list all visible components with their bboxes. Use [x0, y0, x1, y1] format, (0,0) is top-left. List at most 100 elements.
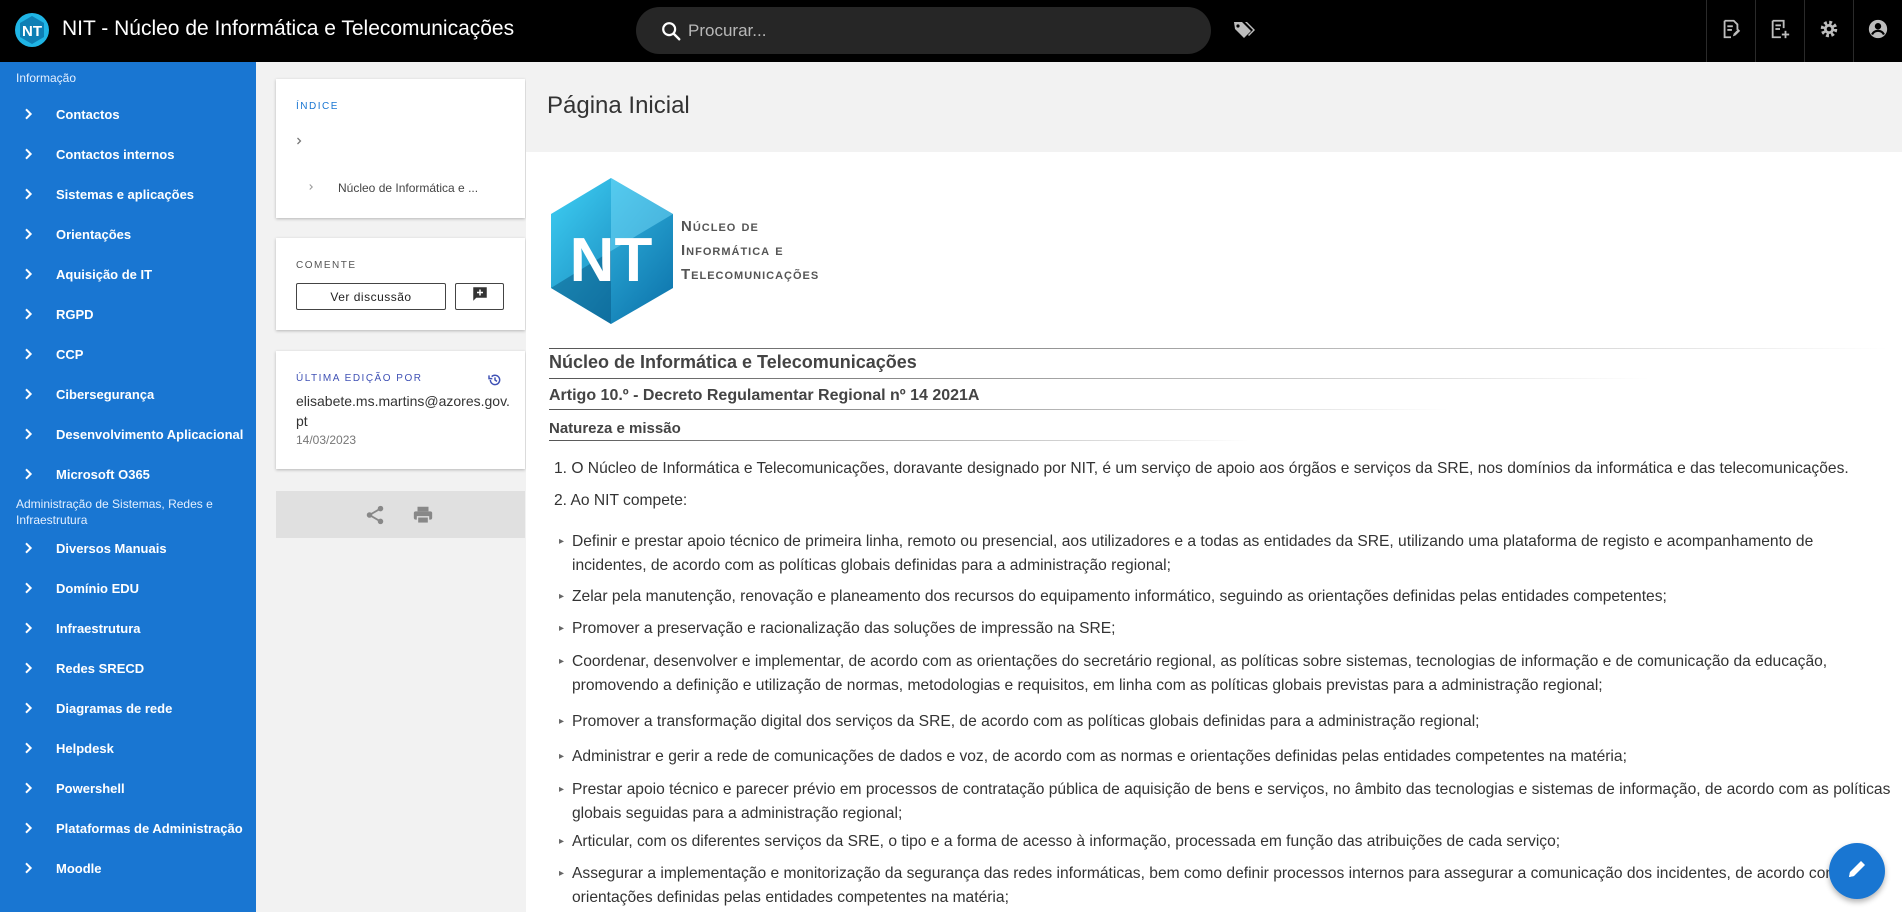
list-item-text: Ao NIT compete: [570, 492, 688, 509]
sidebar-item[interactable]: Cibersegurança [0, 374, 256, 414]
comment-add-icon [471, 285, 489, 308]
edit-page-button[interactable] [1706, 0, 1755, 62]
chevron-right-icon [0, 660, 56, 676]
edit-fab-button[interactable] [1829, 843, 1885, 899]
sidebar-item[interactable]: Diversos Manuais [0, 528, 256, 568]
chevron-right-icon [0, 860, 56, 876]
sidebar-item-label: CCP [56, 346, 84, 362]
bullet-marker-icon: ▸ [559, 716, 565, 727]
page-content: NT Núcleo de Informática e Telecomunicaç… [526, 152, 1902, 912]
chevron-right-icon [0, 740, 56, 756]
search-input[interactable] [688, 7, 1188, 54]
print-icon[interactable] [412, 504, 434, 531]
toc-label: ÍNDICE [296, 101, 339, 112]
nit-logo: NT Núcleo de Informática e Telecomunicaç… [549, 176, 889, 328]
sidebar-item[interactable]: Domínio EDU [0, 568, 256, 608]
sidebar-item[interactable]: Infraestrutura [0, 608, 256, 648]
bullet-marker-icon: ▸ [559, 656, 565, 667]
chevron-right-icon [0, 186, 56, 202]
sidebar-item-label: Domínio EDU [56, 580, 140, 596]
bullet-text: Assegurar a implementação e monitorizaçã… [572, 865, 1860, 906]
toc-card: ÍNDICE Núcleo de Informática e ... [276, 79, 525, 218]
sidebar-item[interactable]: Microsoft O365 [0, 454, 256, 494]
chevron-right-icon [0, 700, 56, 716]
chevron-right-icon [0, 820, 56, 836]
chevron-right-icon [0, 346, 56, 362]
sidebar-item-label: RGPD [56, 306, 94, 322]
nit-logo-text-2: Informática e [681, 242, 784, 259]
chevron-right-icon [0, 780, 56, 796]
sidebar-item[interactable]: Contactos internos [0, 134, 256, 174]
chevron-right-icon [0, 466, 56, 482]
toc-item-label: Núcleo de Informática e ... [338, 181, 479, 195]
sidebar-item[interactable]: Aquisição de IT [0, 254, 256, 294]
sidebar-nav: Informação Contactos Contactos internos Si… [0, 62, 256, 912]
sidebar-item[interactable]: Contactos [0, 94, 256, 134]
sidebar-item-label: Redes SRECD [56, 660, 145, 676]
divider [549, 440, 1249, 441]
heading-mission: Natureza e missão [549, 420, 681, 437]
last-edit-date: 14/03/2023 [296, 433, 357, 447]
sidebar-item-label: Sistemas e aplicações [56, 186, 195, 202]
bullet-text: Prestar apoio técnico e parecer prévio e… [572, 781, 1891, 822]
tags-icon[interactable] [1231, 18, 1255, 42]
history-icon[interactable] [487, 372, 503, 393]
list-item-text: O Núcleo de Informática e Telecomunicaçõ… [571, 460, 1849, 477]
gear-icon [1818, 18, 1840, 45]
sidebar-item-label: Infraestrutura [56, 620, 141, 636]
sidebar-item[interactable]: Sistemas e aplicações [0, 174, 256, 214]
bullet-marker-icon: ▸ [559, 868, 565, 879]
sidebar-item[interactable]: Redes SRECD [0, 648, 256, 688]
sidebar-item-label: Moodle [56, 860, 102, 876]
sidebar-item-label: Aquisição de IT [56, 266, 153, 282]
chevron-right-icon [0, 146, 56, 162]
sidebar-item[interactable]: RGPD [0, 294, 256, 334]
view-discussion-button[interactable]: Ver discussão [296, 283, 446, 310]
chevron-right-icon [0, 306, 56, 322]
search-icon [660, 20, 682, 42]
sidebar-item[interactable]: Powershell [0, 768, 256, 808]
share-icon[interactable] [364, 504, 386, 531]
comments-label: COMENTE [296, 260, 357, 271]
chevron-right-icon [306, 179, 316, 197]
settings-button[interactable] [1804, 0, 1853, 62]
bullet-text: Promover a transformação digital dos ser… [572, 713, 1480, 730]
account-button[interactable] [1853, 0, 1902, 62]
sidebar-item-label: Contactos [56, 106, 120, 122]
last-edit-label: ÚLTIMA EDIÇÃO POR [296, 373, 423, 384]
bullet-marker-icon: ▸ [559, 836, 565, 847]
last-edit-user: elisabete.ms.martins@azores.gov.pt [296, 393, 510, 429]
new-comment-button[interactable] [455, 283, 504, 310]
sidebar-item[interactable]: Helpdesk [0, 728, 256, 768]
sidebar-item[interactable]: Diagramas de rede [0, 688, 256, 728]
divider [549, 348, 1889, 349]
sidebar-item[interactable]: CCP [0, 334, 256, 374]
bullet-marker-icon: ▸ [559, 623, 565, 634]
top-app-bar: NT NIT - Núcleo de Informática e Telecom… [0, 0, 1902, 62]
account-icon [1867, 18, 1889, 45]
toc-item[interactable]: Núcleo de Informática e ... [306, 179, 478, 197]
nit-logo-icon[interactable]: NT [14, 12, 50, 48]
sidebar-item[interactable]: Desenvolvimento Aplicacional [0, 414, 256, 454]
search-bar[interactable] [636, 7, 1211, 54]
sidebar-item-label: Cibersegurança [56, 386, 155, 402]
last-edit-card: ÚLTIMA EDIÇÃO POR elisabete.ms.martins@a… [276, 351, 525, 469]
bullet-marker-icon: ▸ [559, 536, 565, 547]
app-title[interactable]: NIT - Núcleo de Informática e Telecomuni… [62, 17, 514, 41]
sidebar-item[interactable]: Orientações [0, 214, 256, 254]
sidebar-item-label: Desenvolvimento Aplicacional [56, 426, 244, 442]
edit-page-icon [1720, 18, 1742, 45]
chevron-right-icon[interactable] [293, 134, 305, 152]
list-item: 2. Ao NIT compete: [554, 492, 688, 509]
new-page-button[interactable] [1755, 0, 1804, 62]
list-item: 1. O Núcleo de Informática e Telecomunic… [554, 460, 1849, 477]
sidebar-item[interactable]: Moodle [0, 848, 256, 888]
nit-logo-text-3: Telecomunicações [681, 266, 820, 283]
sidebar-item[interactable]: Plataformas de Administração [0, 808, 256, 848]
sidebar-section-header: Administração de Sistemas, Redes e Infra… [16, 497, 213, 527]
heading-nit: Núcleo de Informática e Telecomunicações [549, 352, 917, 372]
chevron-right-icon [0, 580, 56, 596]
bullet-marker-icon: ▸ [559, 751, 565, 762]
divider [549, 409, 1449, 410]
svg-text:NT: NT [570, 226, 653, 295]
